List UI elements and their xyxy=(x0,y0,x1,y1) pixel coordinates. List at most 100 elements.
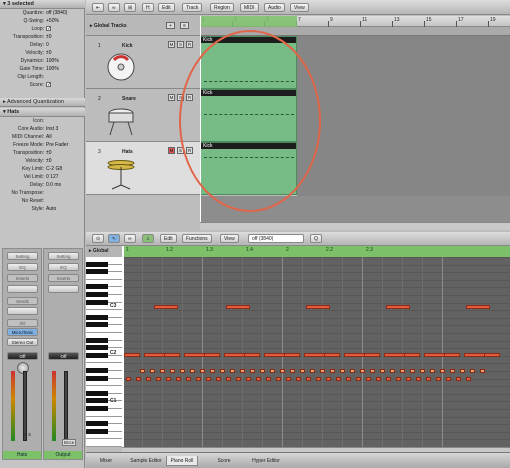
midi-note[interactable] xyxy=(340,369,345,373)
param-value[interactable]: Pre Fader xyxy=(46,142,68,149)
param-value[interactable]: 100% xyxy=(46,66,59,73)
param-value[interactable]: Auto xyxy=(46,206,56,213)
eq-button[interactable]: EQ xyxy=(7,263,38,271)
black-key[interactable] xyxy=(86,291,108,297)
param-row[interactable]: Velocity: ±0 xyxy=(0,158,85,165)
param-value[interactable]: +50% xyxy=(46,18,59,25)
midi-note[interactable] xyxy=(440,369,445,373)
midi-note[interactable] xyxy=(346,377,351,381)
mute-button[interactable]: M xyxy=(168,94,175,101)
midi-note[interactable] xyxy=(124,353,140,357)
midi-note[interactable] xyxy=(160,369,165,373)
param-value[interactable]: C-2 G8 xyxy=(46,166,62,173)
midi-note[interactable] xyxy=(280,369,285,373)
param-row[interactable]: Q-Swing: +50% xyxy=(0,18,85,25)
view-options-icon[interactable]: ⊞ xyxy=(124,3,137,12)
region-params-header[interactable]: ▾ 3 selected xyxy=(0,0,85,9)
midi-note[interactable] xyxy=(150,369,155,373)
param-row[interactable]: Delay: 0 xyxy=(0,42,85,49)
midi-note[interactable] xyxy=(420,369,425,373)
black-key[interactable] xyxy=(86,421,108,427)
black-key[interactable] xyxy=(86,269,108,275)
black-key[interactable] xyxy=(86,428,108,434)
volume-fader[interactable] xyxy=(23,371,27,441)
param-value[interactable]: All xyxy=(46,134,52,141)
black-key[interactable] xyxy=(86,284,108,290)
midi-note[interactable] xyxy=(196,377,201,381)
param-row[interactable]: Dynamics: 100% xyxy=(0,58,85,65)
midi-note[interactable] xyxy=(126,377,131,381)
setting-button[interactable]: Setting xyxy=(48,252,79,260)
midi-note[interactable] xyxy=(386,305,410,309)
black-key[interactable] xyxy=(86,352,108,358)
cycle-region[interactable] xyxy=(200,16,297,27)
midi-note[interactable] xyxy=(406,377,411,381)
search-icon[interactable]: Q xyxy=(310,234,322,243)
param-row[interactable]: Clip Length: xyxy=(0,74,85,81)
midi-note[interactable] xyxy=(284,353,300,357)
midi-note[interactable] xyxy=(200,369,205,373)
hide-button-icon[interactable]: H xyxy=(142,3,154,12)
automation-mode-button[interactable]: Off xyxy=(48,352,79,360)
midi-note[interactable] xyxy=(336,377,341,381)
midi-note[interactable] xyxy=(460,369,465,373)
midi-note[interactable] xyxy=(246,377,251,381)
param-row[interactable]: Core Audio: Inst 3 xyxy=(0,126,85,133)
black-key[interactable] xyxy=(86,314,108,320)
tab-score[interactable]: Score xyxy=(208,456,240,466)
tab-hyper-editor[interactable]: Hyper Editor xyxy=(246,456,286,466)
param-row[interactable]: Score: ✓ xyxy=(0,82,85,89)
midi-note[interactable] xyxy=(446,377,451,381)
param-value[interactable]: ±0 xyxy=(46,150,52,157)
mute-button[interactable]: M xyxy=(168,41,175,48)
param-value[interactable]: ±0 xyxy=(46,50,52,57)
catch-icon[interactable]: ⇤ xyxy=(92,3,105,12)
black-key[interactable] xyxy=(86,405,108,411)
midi-note[interactable] xyxy=(216,377,221,381)
menu-track[interactable]: Track xyxy=(182,3,203,12)
black-key[interactable] xyxy=(86,261,108,267)
midi-note[interactable] xyxy=(276,377,281,381)
midi-note[interactable] xyxy=(146,377,151,381)
menu-region[interactable]: Region xyxy=(210,3,234,12)
param-row[interactable]: Style: Auto xyxy=(0,206,85,213)
param-row[interactable]: No Reset: xyxy=(0,198,85,205)
input-plugin-slot[interactable]: MicroTonic xyxy=(7,328,38,336)
midi-note[interactable] xyxy=(436,377,441,381)
menu-midi[interactable]: MIDI xyxy=(240,3,259,12)
midi-note[interactable] xyxy=(456,377,461,381)
quantize-select[interactable]: off (3840) xyxy=(248,234,304,243)
midi-note[interactable] xyxy=(154,305,178,309)
midi-note[interactable] xyxy=(166,377,171,381)
param-value[interactable]: off (3840) xyxy=(46,10,67,17)
param-row[interactable]: Icon: xyxy=(0,118,85,125)
output-slot[interactable]: Stereo Out xyxy=(7,338,38,346)
param-value[interactable]: ±0 xyxy=(46,34,52,41)
black-key[interactable] xyxy=(86,375,108,381)
black-key[interactable] xyxy=(86,322,108,328)
param-value[interactable]: 0 xyxy=(46,42,49,49)
midi-note[interactable] xyxy=(236,377,241,381)
midi-note[interactable] xyxy=(404,353,420,357)
arrange-empty-area[interactable] xyxy=(297,36,510,196)
menu-audio[interactable]: Audio xyxy=(264,3,285,12)
pr-menu-edit[interactable]: Edit xyxy=(160,234,177,243)
tab-mixer[interactable]: Mixer xyxy=(90,456,122,466)
midi-note[interactable] xyxy=(360,369,365,373)
midi-note[interactable] xyxy=(266,377,271,381)
black-key[interactable] xyxy=(86,299,108,305)
midi-note[interactable] xyxy=(260,369,265,373)
tab-sample-editor[interactable]: Sample Editor xyxy=(126,456,166,466)
param-row[interactable]: Transposition: ±0 xyxy=(0,34,85,41)
midi-note[interactable] xyxy=(226,377,231,381)
midi-note[interactable] xyxy=(400,369,405,373)
param-value[interactable]: 0 127 xyxy=(46,174,59,181)
add-track-icon[interactable]: + xyxy=(166,22,175,29)
checkbox-checked[interactable]: ✓ xyxy=(46,82,51,89)
setting-button[interactable]: Setting xyxy=(7,252,38,260)
midi-note[interactable] xyxy=(484,353,500,357)
midi-note[interactable] xyxy=(326,377,331,381)
midi-note[interactable] xyxy=(366,377,371,381)
mute-button[interactable]: M xyxy=(168,147,175,154)
midi-note[interactable] xyxy=(350,369,355,373)
